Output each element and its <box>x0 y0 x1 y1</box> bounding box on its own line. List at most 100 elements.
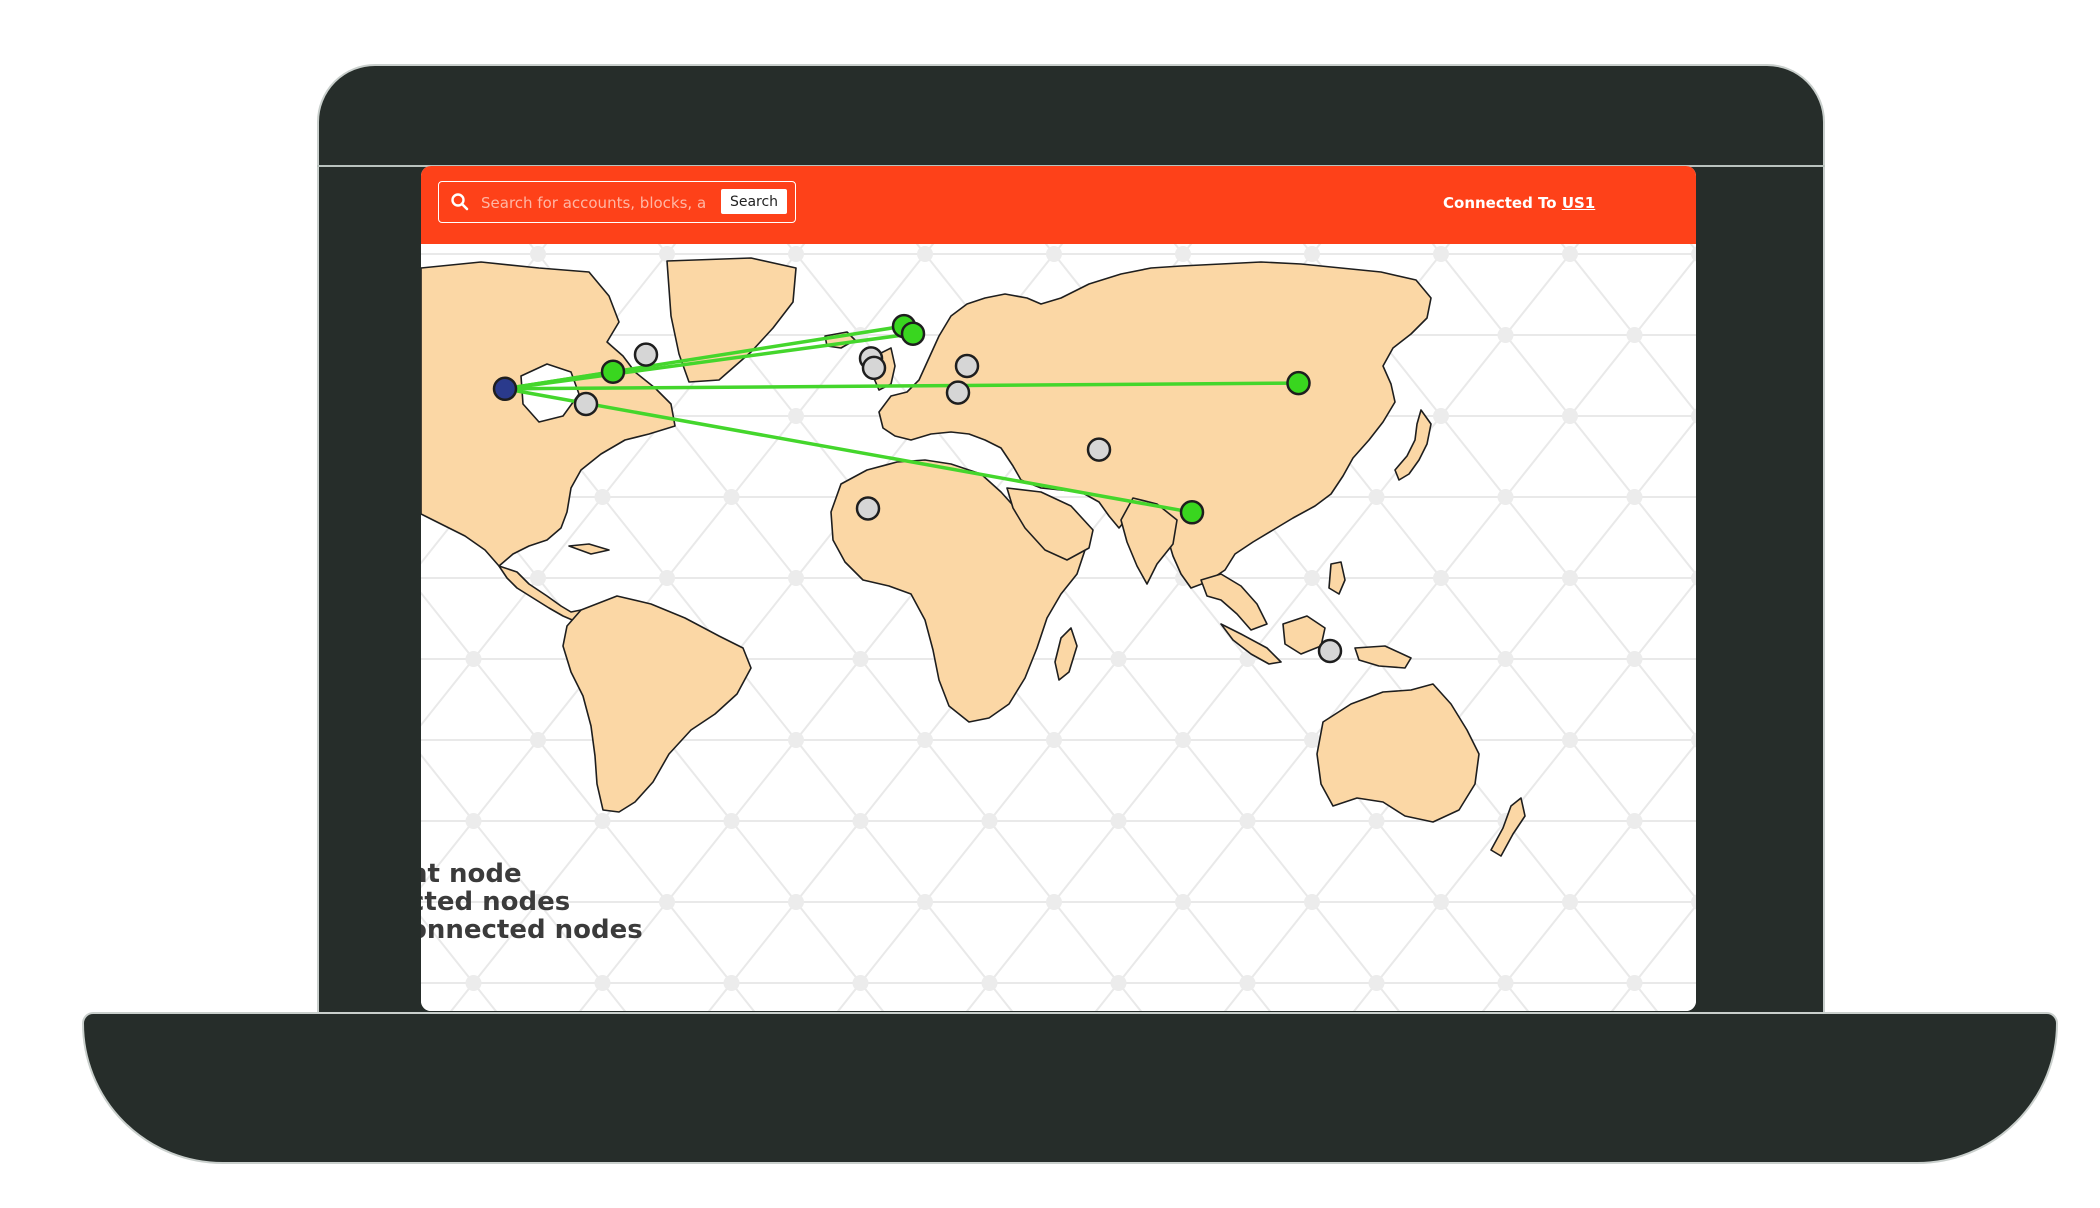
lattice-line <box>537 739 604 822</box>
lattice-line <box>1182 820 1249 903</box>
lattice-dot <box>852 651 869 667</box>
node-israel[interactable] <box>945 380 971 405</box>
search-icon[interactable] <box>449 191 471 213</box>
search-box: Search <box>438 181 796 223</box>
lattice-dot <box>917 246 933 262</box>
lattice-dot <box>1497 489 1514 505</box>
lattice-line <box>1481 982 1507 1011</box>
node-singapore[interactable] <box>1179 500 1205 525</box>
lattice-dot <box>659 246 675 262</box>
lattice-line <box>1633 820 1696 900</box>
lattice-line <box>472 658 539 741</box>
lattice-dot <box>1691 570 1696 586</box>
land-japan <box>1394 409 1432 481</box>
lattice-dot <box>465 651 482 667</box>
lattice-line <box>1504 820 1571 903</box>
lattice-line <box>1504 901 1571 984</box>
lattice-line <box>449 982 475 1011</box>
legend-connected-nodes: cted nodes <box>421 887 571 917</box>
lattice-line <box>1633 904 1696 984</box>
lattice-line <box>1440 820 1507 903</box>
lattice-line <box>836 982 862 1011</box>
laptop-base <box>82 1012 2058 1164</box>
lattice-line <box>1569 253 1636 336</box>
legend-disconnected-nodes: onnected nodes <box>421 915 643 945</box>
lattice-dot <box>1046 894 1062 910</box>
lattice-line <box>1633 496 1696 576</box>
lattice-line <box>601 982 627 1011</box>
lattice-dot <box>594 489 611 505</box>
lattice-dot <box>1046 246 1062 262</box>
lattice-line <box>1569 739 1636 822</box>
lattice-line <box>859 739 926 822</box>
lattice-dot <box>594 813 611 829</box>
lattice-line <box>988 739 1055 822</box>
lattice-line <box>537 244 548 255</box>
node-us-south[interactable] <box>573 391 599 417</box>
node-us-central[interactable] <box>600 359 626 384</box>
lattice-dot <box>788 894 804 910</box>
lattice-dot <box>1691 408 1696 424</box>
search-button[interactable]: Search <box>721 189 787 214</box>
node-germany-south[interactable] <box>900 321 926 346</box>
lattice-dot <box>852 975 869 991</box>
current-node[interactable] <box>492 376 518 402</box>
lattice-dot <box>465 813 482 829</box>
lattice-line <box>1375 982 1401 1011</box>
lattice-line <box>1440 334 1507 417</box>
node-gulf-of-guinea[interactable] <box>855 496 881 521</box>
lattice-dot <box>659 570 675 586</box>
lattice-line <box>1117 739 1184 822</box>
lattice-line <box>1440 901 1507 984</box>
lattice-line <box>1311 496 1378 579</box>
node-australia[interactable] <box>1317 638 1343 664</box>
lattice-line <box>1182 244 1193 255</box>
lattice-dot <box>1626 813 1643 829</box>
lattice-dot <box>1562 246 1578 262</box>
lattice-line <box>1569 244 1580 255</box>
lattice-dot <box>1175 732 1191 748</box>
lattice-dot <box>788 570 804 586</box>
lattice-dot <box>1433 894 1449 910</box>
lattice-dot <box>1626 327 1643 343</box>
lattice-line <box>988 901 1055 984</box>
lattice-line <box>1504 658 1571 741</box>
lattice-dot <box>1368 813 1385 829</box>
node-turkey[interactable] <box>954 353 980 379</box>
lattice-line <box>1504 415 1571 498</box>
lattice-line <box>1053 244 1064 255</box>
lattice-line <box>730 415 797 498</box>
lattice-line <box>859 658 926 741</box>
land-cuba <box>568 543 610 555</box>
world-map-area: nt node cted nodes onnected nodes <box>421 244 1696 1011</box>
node-japan[interactable] <box>1286 370 1311 396</box>
lattice-line <box>1431 244 1442 255</box>
lattice-dot <box>1110 813 1127 829</box>
lattice-line <box>1633 982 1659 1011</box>
lattice-dot <box>594 975 611 991</box>
lattice-line <box>421 244 474 254</box>
lattice-dot <box>723 813 740 829</box>
lattice-line <box>1375 901 1442 984</box>
lattice-dot <box>1562 570 1578 586</box>
node-spain-south[interactable] <box>861 355 887 381</box>
lattice-line <box>1633 580 1696 660</box>
connected-server-link[interactable]: US1 <box>1562 194 1595 212</box>
node-india[interactable] <box>1086 437 1112 462</box>
lattice-line <box>1569 334 1636 417</box>
land-philippines <box>1328 561 1346 595</box>
lattice-dot <box>1368 975 1385 991</box>
lattice-line <box>915 244 926 255</box>
lattice-line <box>421 591 475 660</box>
node-us-northeast[interactable] <box>633 342 659 367</box>
lattice-line <box>859 820 926 903</box>
lattice-dot <box>530 246 546 262</box>
lattice-line <box>1053 739 1120 822</box>
lattice-line <box>472 739 539 822</box>
land-masses <box>421 257 1526 857</box>
lattice-line <box>1117 820 1184 903</box>
lattice-line <box>1610 982 1636 1011</box>
lattice-line <box>1117 577 1184 660</box>
lattice-line <box>1633 658 1696 738</box>
search-input[interactable] <box>479 188 713 218</box>
